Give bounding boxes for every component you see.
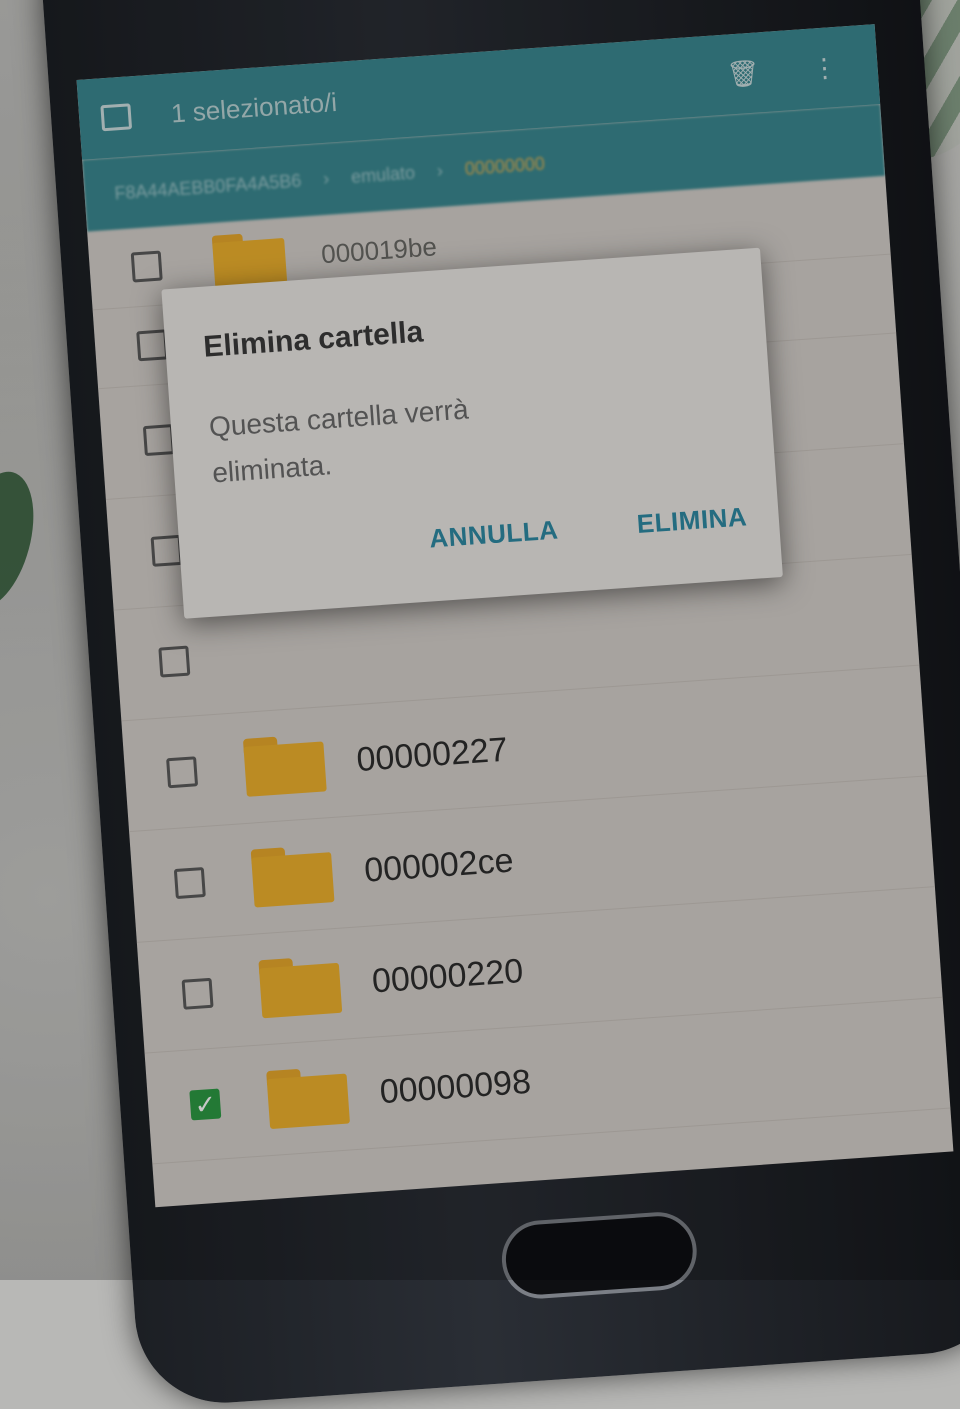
row-checkbox[interactable] (181, 977, 214, 1010)
phone: 1 selezionato/i 🗑 ⋮ F8A44AEBB0FA4A5B6 › … (36, 0, 960, 1409)
breadcrumb-separator: › (322, 168, 330, 189)
delete-button[interactable]: ELIMINA (636, 501, 748, 540)
folder-name: 00000220 (370, 951, 525, 1001)
breadcrumb-item[interactable]: F8A44AEBB0FA4A5B6 (114, 170, 302, 204)
folder-name: 00000227 (355, 730, 509, 779)
more-vert-icon[interactable]: ⋮ (810, 51, 838, 84)
folder-name: 00000098 (378, 1062, 533, 1111)
row-checkbox[interactable] (130, 250, 163, 283)
selection-count-title: 1 selezionato/i (170, 86, 338, 128)
home-button[interactable] (499, 1209, 700, 1302)
breadcrumb-separator: › (436, 160, 444, 181)
folder-icon (242, 733, 327, 797)
phone-screen: 1 selezionato/i 🗑 ⋮ F8A44AEBB0FA4A5B6 › … (76, 24, 954, 1208)
breadcrumb-current: 00000000 (464, 153, 546, 179)
folder-icon (211, 231, 288, 288)
row-checkbox[interactable] (158, 645, 191, 678)
trash-icon[interactable]: 🗑 (726, 57, 761, 90)
folder-name: 000002ce (363, 840, 515, 890)
row-checkbox[interactable] (166, 756, 199, 789)
row-checkbox[interactable] (150, 534, 183, 567)
folder-icon (250, 844, 335, 908)
folder-icon (258, 955, 343, 1019)
folder-name: 000019be (320, 230, 438, 269)
delete-folder-dialog: Elimina cartella Questa cartella verrà e… (161, 247, 783, 619)
dialog-title: Elimina cartella (202, 315, 425, 364)
row-checkbox[interactable] (136, 329, 169, 362)
folder-icon (266, 1066, 350, 1130)
breadcrumb-item[interactable]: emulato (350, 162, 415, 187)
row-checkbox[interactable] (142, 424, 175, 457)
dialog-message: Questa cartella verrà eliminata. (207, 393, 470, 489)
row-checkbox-checked[interactable]: ✓ (189, 1088, 222, 1121)
select-all-checkbox[interactable] (100, 103, 133, 132)
check-icon: ✓ (193, 1088, 218, 1120)
row-checkbox[interactable] (173, 867, 206, 900)
cancel-button[interactable]: ANNULLA (428, 515, 559, 555)
